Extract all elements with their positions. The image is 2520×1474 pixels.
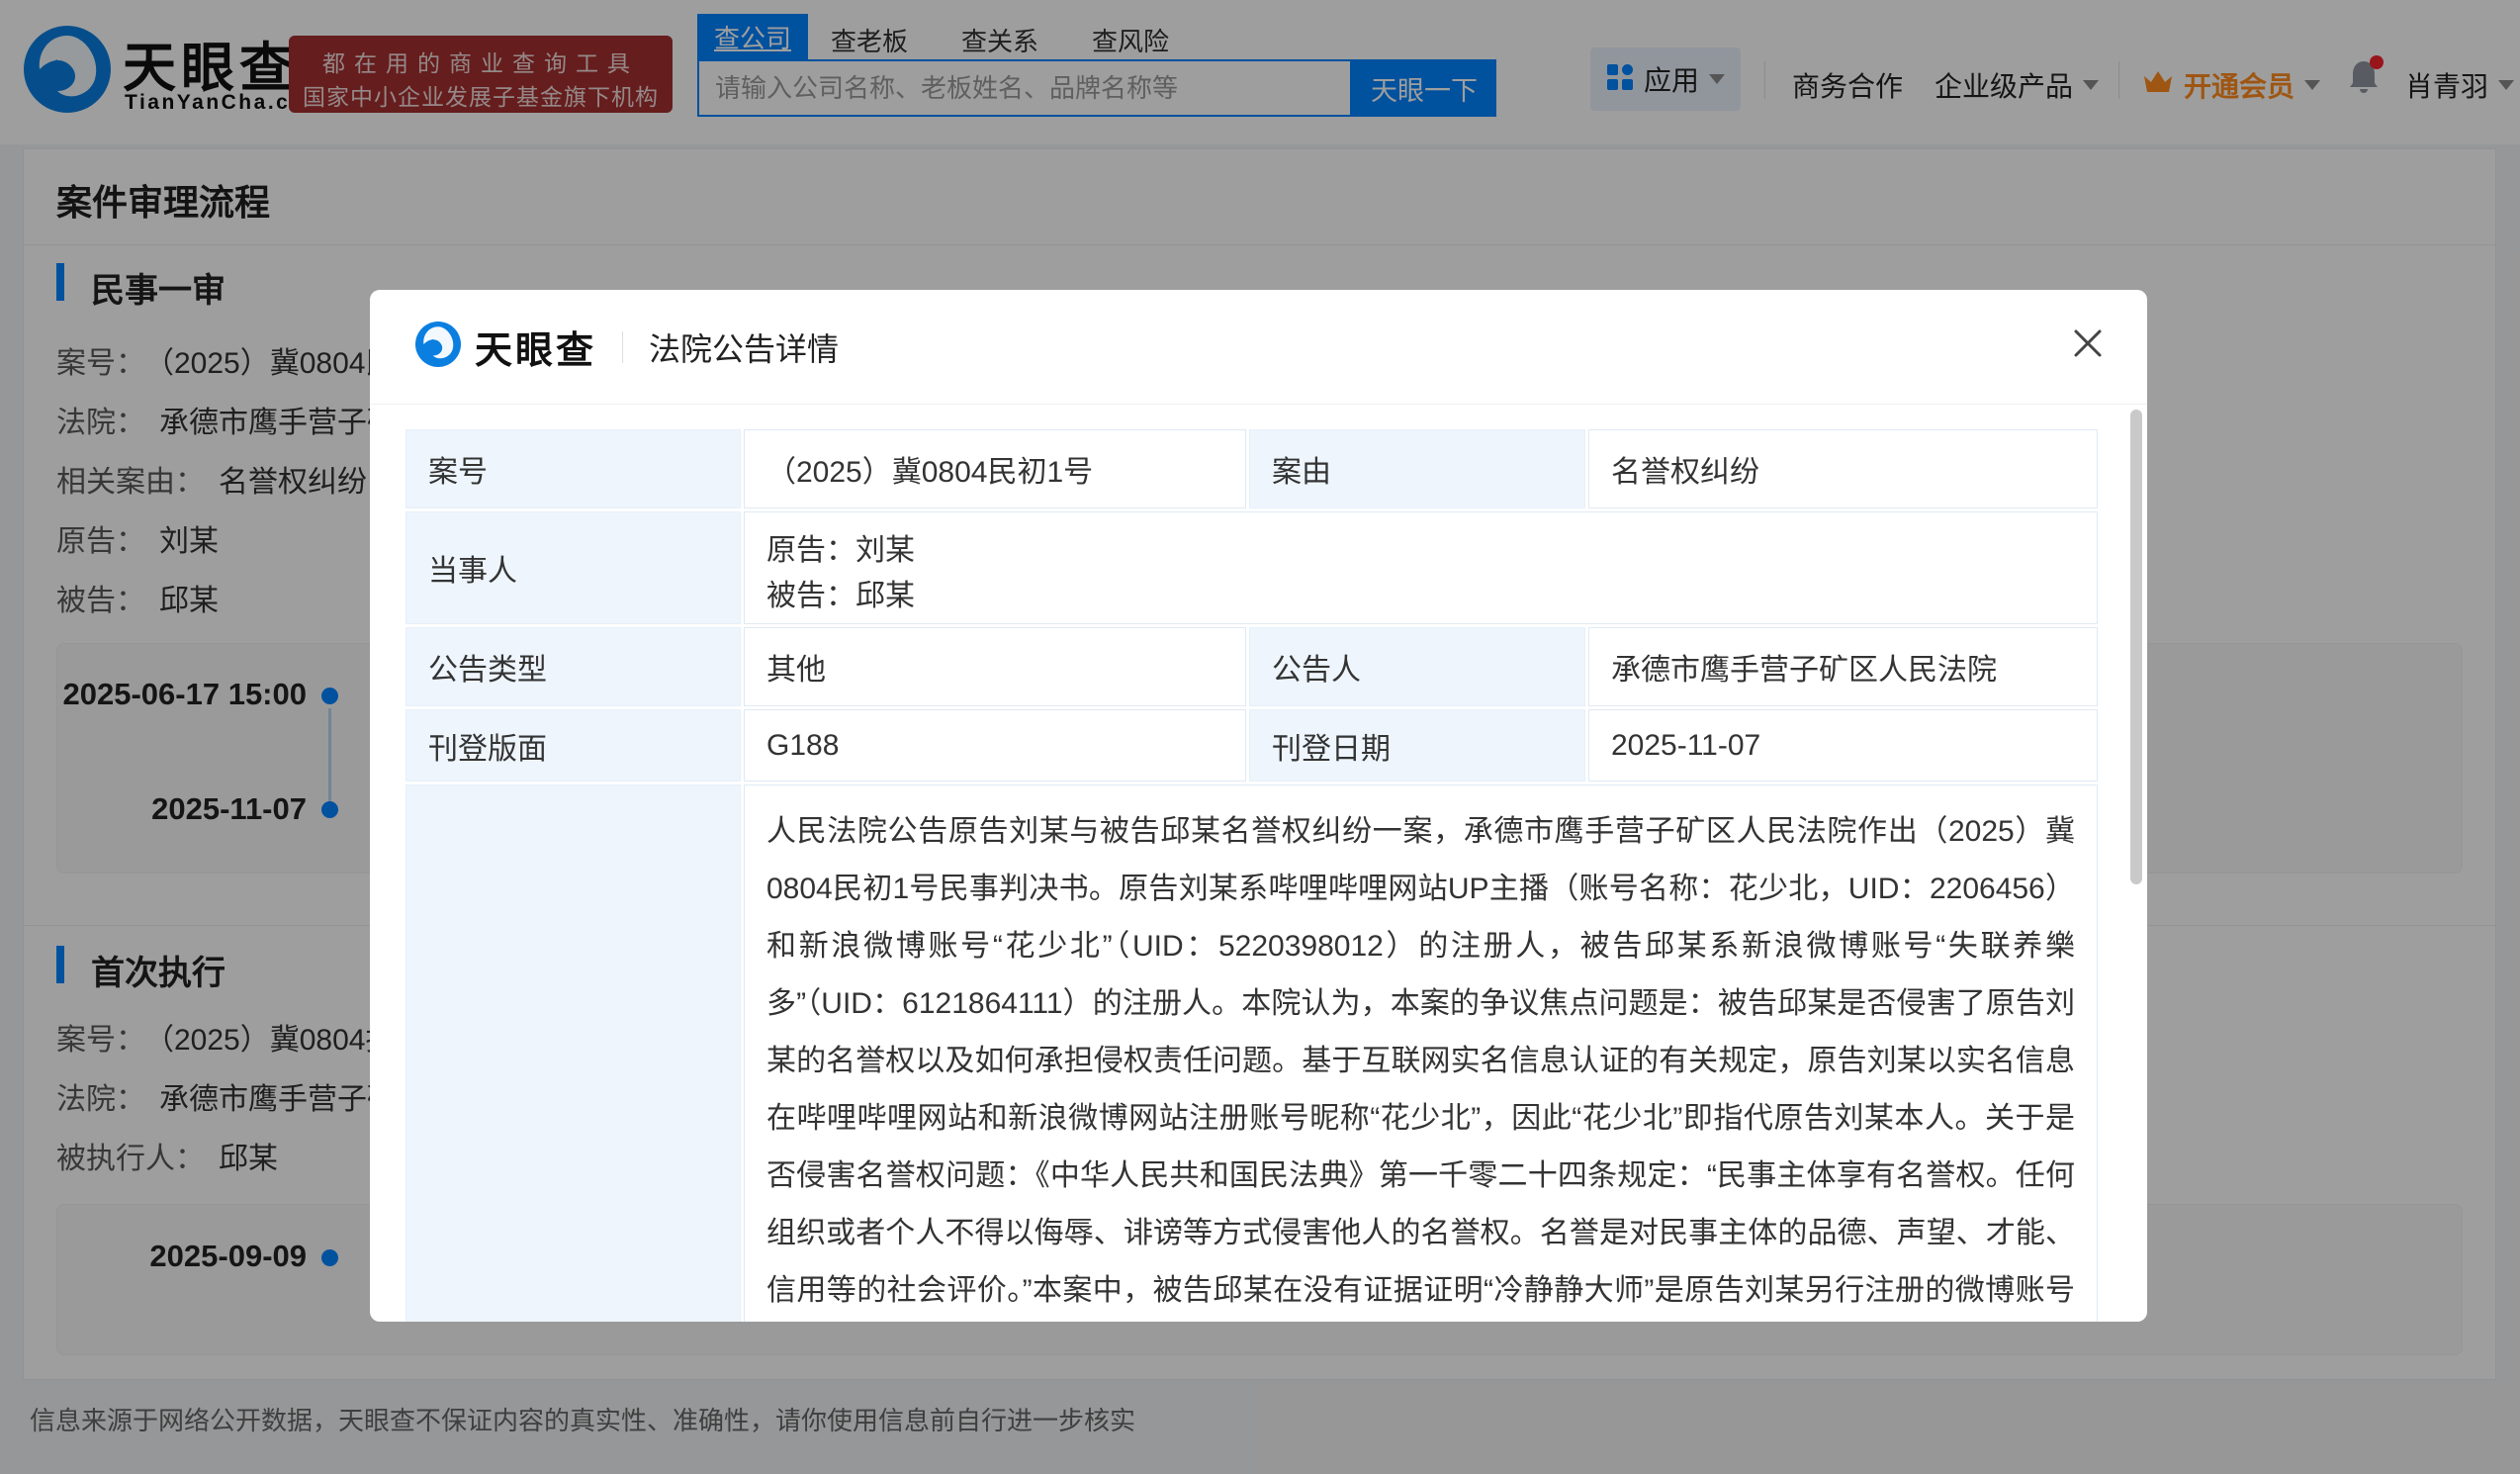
- table-value-announcement-type: 其他: [744, 627, 1246, 706]
- party-defendant: 被告：邱某: [766, 580, 915, 612]
- table-label-body: [405, 784, 741, 1322]
- modal-title: 法院公告详情: [649, 330, 840, 367]
- close-icon[interactable]: [2068, 323, 2108, 363]
- announcement-body-text: 人民法院公告原告刘某与被告邱某名誉权纠纷一案，承德市鹰手营子矿区人民法院作出（2…: [744, 784, 2098, 1322]
- tianyancha-logo-icon: [415, 322, 461, 372]
- modal-header: 天眼查 法院公告详情: [370, 290, 2147, 405]
- table-value-case-number: （2025）冀0804民初1号: [744, 429, 1246, 508]
- table-value-cause: 名誉权纠纷: [1588, 429, 2098, 508]
- party-plaintiff: 原告：刘某: [766, 534, 915, 567]
- divider: [622, 330, 624, 363]
- announcement-table: 案号 （2025）冀0804民初1号 案由 名誉权纠纷 当事人 原告：刘某 被告…: [405, 429, 2098, 1322]
- table-value-publish-date: 2025-11-07: [1588, 709, 2098, 782]
- modal-brand-name: 天眼查: [475, 330, 597, 372]
- table-label-cause: 案由: [1249, 429, 1585, 508]
- table-label-announcement-type: 公告类型: [405, 627, 741, 706]
- table-value-page-section: G188: [744, 709, 1246, 782]
- screen: 天眼查 TianYanCha.com 都在用的商业查询工具 国家中小企业发展子基…: [0, 0, 2520, 1474]
- table-value-announcer: 承德市鹰手营子矿区人民法院: [1588, 627, 2098, 706]
- table-label-publish-date: 刊登日期: [1249, 709, 1585, 782]
- table-label-announcer: 公告人: [1249, 627, 1585, 706]
- court-announcement-modal: 天眼查 法院公告详情 案号 （2025）冀0804民初1号 案由 名誉权纠纷 当…: [370, 290, 2147, 1322]
- modal-scrollbar-thumb[interactable]: [2130, 410, 2142, 884]
- table-label-case-number: 案号: [405, 429, 741, 508]
- table-label-parties: 当事人: [405, 511, 741, 624]
- table-value-parties: 原告：刘某 被告：邱某: [744, 511, 2098, 624]
- table-label-page-section: 刊登版面: [405, 709, 741, 782]
